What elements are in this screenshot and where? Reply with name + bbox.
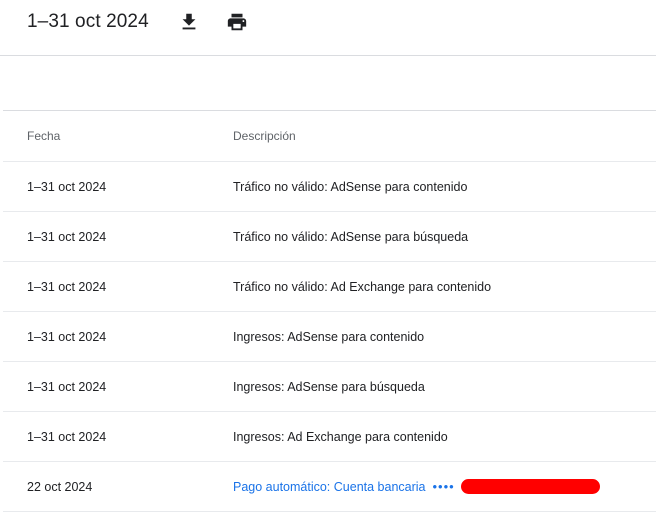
row-date: 1–31 oct 2024	[27, 429, 107, 444]
payment-account-link[interactable]: Pago automático: Cuenta bancaria	[233, 480, 426, 494]
page-title: 1–31 oct 2024	[27, 11, 149, 32]
row-date: 1–31 oct 2024	[27, 229, 107, 244]
row-date: 1–31 oct 2024	[27, 179, 107, 194]
table-header-row: Fecha Descripción	[3, 111, 656, 162]
row-description: Tráfico no válido: AdSense para contenid…	[233, 179, 468, 194]
table-row: 1–31 oct 2024 Ingresos: Ad Exchange para…	[3, 412, 656, 462]
report-header: 1–31 oct 2024	[0, 0, 656, 56]
row-description: Ingresos: Ad Exchange para contenido	[233, 429, 448, 444]
table-row: 1–31 oct 2024 Tráfico no válido: AdSense…	[3, 162, 656, 212]
column-header-descripcion[interactable]: Descripción	[233, 111, 296, 161]
row-description: Ingresos: AdSense para contenido	[233, 329, 425, 344]
row-description: Tráfico no válido: Ad Exchange para cont…	[233, 279, 492, 294]
masked-account-dots: ••••	[432, 479, 455, 494]
redaction-mark	[460, 479, 600, 494]
row-date: 1–31 oct 2024	[27, 279, 107, 294]
table-row: 1–31 oct 2024 Ingresos: AdSense para con…	[3, 312, 656, 362]
download-button[interactable]	[177, 10, 201, 34]
print-icon	[227, 13, 247, 31]
row-description: Tráfico no válido: AdSense para búsqueda	[233, 229, 469, 244]
table-row: 1–31 oct 2024 Ingresos: AdSense para bús…	[3, 362, 656, 412]
table-row: 1–31 oct 2024 Tráfico no válido: AdSense…	[3, 212, 656, 262]
column-header-fecha[interactable]: Fecha	[27, 111, 60, 161]
table-row: 1–31 oct 2024 Tráfico no válido: Ad Exch…	[3, 262, 656, 312]
row-date: 1–31 oct 2024	[27, 329, 107, 344]
transactions-table: Fecha Descripción 1–31 oct 2024 Tráfico …	[3, 110, 656, 512]
row-date: 1–31 oct 2024	[27, 379, 107, 394]
download-icon	[182, 13, 196, 30]
row-description: Ingresos: AdSense para búsqueda	[233, 379, 425, 394]
print-button[interactable]	[225, 10, 249, 34]
row-description: Pago automático: Cuenta bancaria ••••	[233, 462, 600, 511]
table-row: 22 oct 2024 Pago automático: Cuenta banc…	[3, 462, 656, 512]
row-date: 22 oct 2024	[27, 479, 93, 494]
